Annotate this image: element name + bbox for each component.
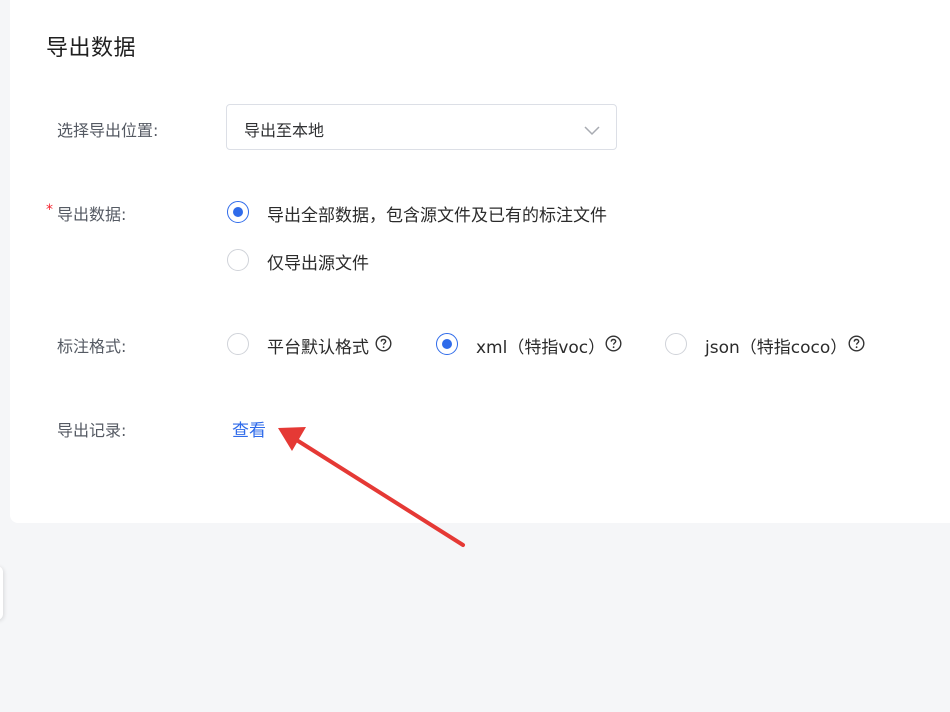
radio-format-json[interactable] [665, 333, 687, 355]
question-circle-icon[interactable] [605, 335, 622, 352]
radio-format-xml[interactable] [436, 333, 458, 355]
annotation-arrow-icon [278, 427, 465, 547]
export-location-label: 选择导出位置: [57, 121, 159, 140]
radio-export-all-label[interactable]: 导出全部数据，包含源文件及已有的标注文件 [267, 201, 607, 226]
export-data-label: 导出数据: [57, 205, 127, 224]
radio-format-json-label[interactable]: json（特指coco） [705, 333, 847, 358]
export-location-value: 导出至本地 [244, 121, 325, 140]
chevron-down-icon [584, 121, 600, 140]
radio-format-default[interactable] [227, 333, 249, 355]
export-panel [10, 0, 950, 523]
radio-export-all[interactable] [227, 201, 249, 223]
question-circle-icon[interactable] [375, 335, 392, 352]
page-title: 导出数据 [46, 36, 137, 61]
radio-format-xml-label[interactable]: xml（特指voc） [476, 333, 605, 358]
radio-format-default-label[interactable]: 平台默认格式 [267, 333, 369, 358]
radio-export-source-only-label[interactable]: 仅导出源文件 [267, 249, 369, 274]
export-record-label: 导出记录: [57, 421, 127, 440]
annotation-format-label: 标注格式: [57, 337, 127, 356]
required-mark: * [46, 202, 53, 218]
question-circle-icon[interactable] [848, 335, 865, 352]
view-records-link[interactable]: 查看 [232, 416, 266, 441]
export-location-select[interactable]: 导出至本地 [226, 104, 617, 150]
side-drawer-handle[interactable] [0, 566, 3, 620]
radio-export-source-only[interactable] [227, 249, 249, 271]
